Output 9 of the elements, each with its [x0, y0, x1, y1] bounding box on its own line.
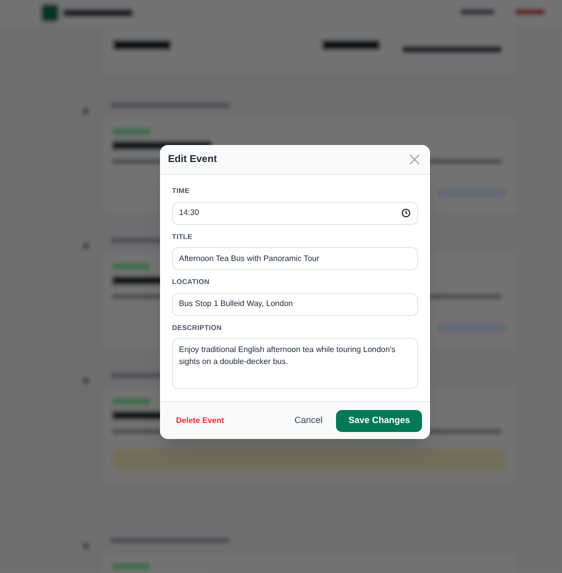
- text-field[interactable]: Afternoon Tea Bus with Panoramic Tour: [172, 247, 418, 270]
- save-changes-button[interactable]: Save Changes: [336, 410, 422, 432]
- clock-icon: [401, 208, 411, 218]
- time-field[interactable]: 14:30: [172, 202, 418, 224]
- text-field[interactable]: Bus Stop 1 Bulleid Way, London: [172, 292, 418, 316]
- cancel-button[interactable]: Cancel: [290, 414, 326, 428]
- dialog-title: Edit Event: [168, 153, 217, 167]
- delete-event-button[interactable]: Delete Event: [168, 414, 232, 426]
- description-field[interactable]: Enjoy traditional English afternoon tea while touring London's sights on a double-decker bus.: [172, 338, 418, 389]
